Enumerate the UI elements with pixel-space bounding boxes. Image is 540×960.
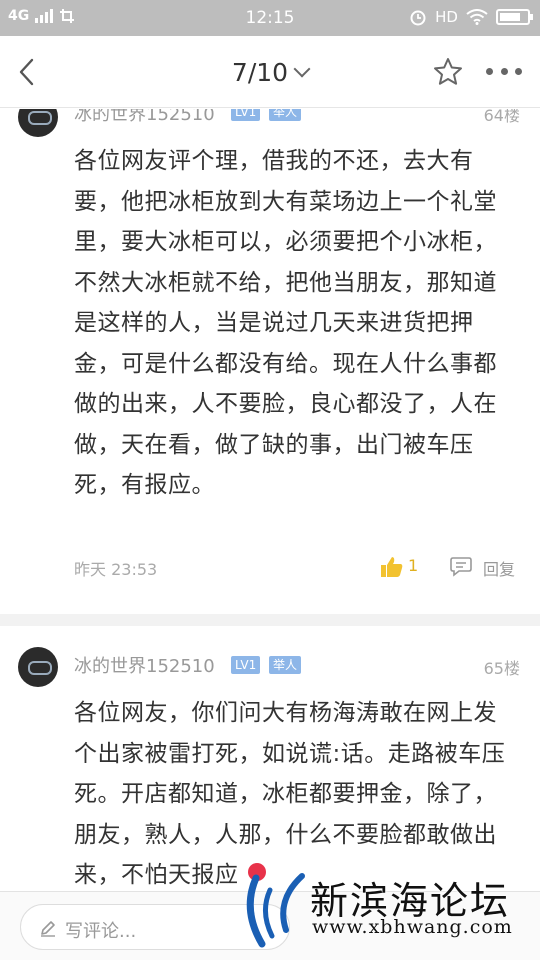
notification-dot xyxy=(248,863,266,881)
divider xyxy=(0,614,540,626)
bottom-bar: 写评论... xyxy=(0,891,540,960)
alarm-icon xyxy=(410,10,426,26)
post-item: 冰的世界152510 LV1 举人 64楼 各位网友评个理，借我的不还，去大有要… xyxy=(0,109,540,617)
username[interactable]: 冰的世界152510 xyxy=(74,109,215,126)
avatar[interactable] xyxy=(18,647,58,687)
more-icon[interactable] xyxy=(486,68,522,76)
post-item: 冰的世界152510 LV1 举人 65楼 各位网友，你们问大有杨海涛敢在网上发… xyxy=(0,647,540,891)
floor-number: 64楼 xyxy=(483,109,520,125)
more-dot xyxy=(500,68,508,75)
comment-icon[interactable] xyxy=(450,557,472,577)
nav-header: 7/10 xyxy=(0,36,540,108)
star-icon[interactable] xyxy=(432,56,464,88)
hd-label: HD xyxy=(435,8,458,26)
post-time: 昨天 23:53 xyxy=(74,560,158,579)
more-dot xyxy=(515,68,522,75)
comment-placeholder: 写评论... xyxy=(65,921,137,942)
post-text: 各位网友评个理，借我的不还，去大有要，他把冰柜放到大有菜场边上一个礼堂里，要大冰… xyxy=(74,148,497,498)
like-count: 1 xyxy=(408,556,419,575)
wifi-icon xyxy=(466,9,488,25)
comment-input[interactable]: 写评论... xyxy=(20,904,290,950)
page-indicator-label: 7/10 xyxy=(231,58,289,87)
role-badge: 举人 xyxy=(269,109,302,121)
pencil-icon xyxy=(41,921,55,937)
reply-button[interactable]: 回复 xyxy=(483,556,515,580)
thumbs-up-icon[interactable] xyxy=(380,556,404,578)
more-dot xyxy=(486,68,493,75)
level-badge: LV1 xyxy=(231,109,261,121)
username[interactable]: 冰的世界152510 xyxy=(74,652,215,678)
post-text: 各位网友，你们问大有杨海涛敢在网上发个出家被雷打死，如说谎:话。走路被车压死。开… xyxy=(74,700,506,888)
role-badge: 举人 xyxy=(269,656,302,674)
status-bar: 4G 12:15 HD xyxy=(0,0,540,36)
battery-icon xyxy=(496,9,533,25)
level-badge: LV1 xyxy=(231,656,261,674)
floor-number: 65楼 xyxy=(483,659,520,678)
post-list[interactable]: 冰的世界152510 LV1 举人 64楼 各位网友评个理，借我的不还，去大有要… xyxy=(0,109,540,891)
chevron-down-icon xyxy=(293,60,311,78)
avatar[interactable] xyxy=(18,109,58,137)
status-right: HD xyxy=(409,8,533,26)
